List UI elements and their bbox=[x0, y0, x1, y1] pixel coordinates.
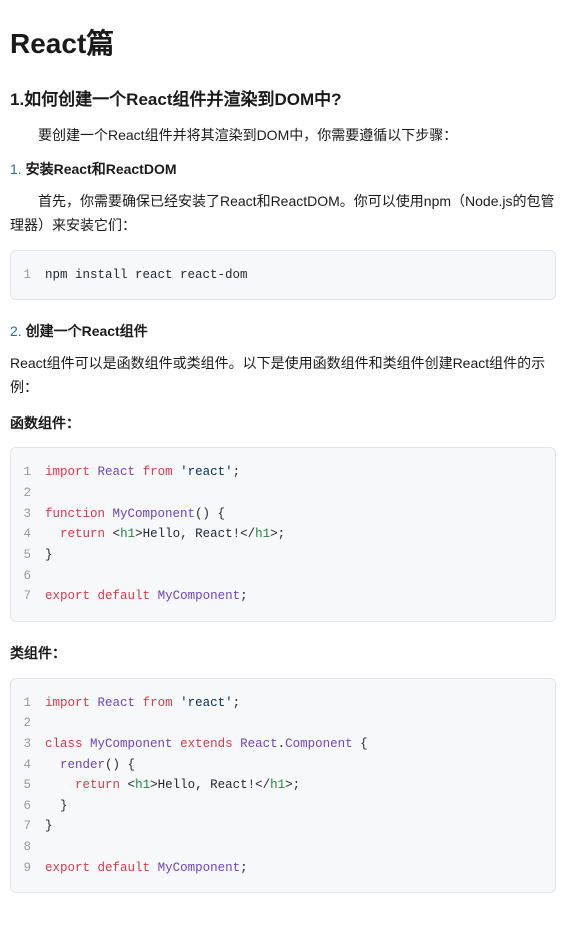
line-number: 7 bbox=[21, 816, 45, 837]
step-title: 安装React和ReactDOM bbox=[26, 161, 177, 177]
code-content bbox=[45, 566, 545, 587]
code-line: 6 } bbox=[21, 796, 545, 817]
code-content: return <h1>Hello, React!</h1>; bbox=[45, 524, 545, 545]
code-line: 5 return <h1>Hello, React!</h1>; bbox=[21, 775, 545, 796]
line-number: 8 bbox=[21, 837, 45, 858]
code-content bbox=[45, 483, 545, 504]
line-number: 2 bbox=[21, 713, 45, 734]
code-content: } bbox=[45, 545, 545, 566]
step-num: 2. bbox=[10, 323, 22, 339]
code-line: 3function MyComponent() { bbox=[21, 504, 545, 525]
code-line: 5} bbox=[21, 545, 545, 566]
line-number: 7 bbox=[21, 586, 45, 607]
step-1-desc: 首先，你需要确保已经安装了React和ReactDOM。你可以使用npm（Nod… bbox=[10, 190, 556, 238]
code-line: 2 bbox=[21, 483, 545, 504]
step-1-line: 1. 安装React和ReactDOM bbox=[10, 158, 556, 182]
code-content: npm install react react-dom bbox=[45, 265, 545, 286]
code-content: } bbox=[45, 796, 545, 817]
step-title: 创建一个React组件 bbox=[26, 323, 148, 339]
code-line: 2 bbox=[21, 713, 545, 734]
line-number: 1 bbox=[21, 265, 45, 286]
step-2-desc: React组件可以是函数组件或类组件。以下是使用函数组件和类组件创建React组… bbox=[10, 352, 556, 400]
code-line: 1import React from 'react'; bbox=[21, 693, 545, 714]
line-number: 1 bbox=[21, 693, 45, 714]
code-content bbox=[45, 837, 545, 858]
code-line: 1import React from 'react'; bbox=[21, 462, 545, 483]
line-number: 1 bbox=[21, 462, 45, 483]
line-number: 5 bbox=[21, 545, 45, 566]
line-number: 6 bbox=[21, 796, 45, 817]
class-component-label: 类组件： bbox=[10, 642, 556, 666]
question-heading: 1.如何创建一个React组件并渲染到DOM中? bbox=[10, 86, 556, 115]
line-number: 9 bbox=[21, 858, 45, 879]
code-content: export default MyComponent; bbox=[45, 586, 545, 607]
code-block-class[interactable]: 1import React from 'react';23class MyCom… bbox=[10, 678, 556, 894]
code-line: 3class MyComponent extends React.Compone… bbox=[21, 734, 545, 755]
line-number: 3 bbox=[21, 504, 45, 525]
line-number: 3 bbox=[21, 734, 45, 755]
code-line: 4 return <h1>Hello, React!</h1>; bbox=[21, 524, 545, 545]
func-component-label: 函数组件： bbox=[10, 412, 556, 436]
step-2-line: 2. 创建一个React组件 bbox=[10, 320, 556, 344]
code-block-npm[interactable]: 1npm install react react-dom bbox=[10, 250, 556, 301]
line-number: 4 bbox=[21, 524, 45, 545]
step-num: 1. bbox=[10, 161, 22, 177]
code-content: function MyComponent() { bbox=[45, 504, 545, 525]
code-content: return <h1>Hello, React!</h1>; bbox=[45, 775, 545, 796]
line-number: 4 bbox=[21, 755, 45, 776]
code-line: 6 bbox=[21, 566, 545, 587]
code-line: 7} bbox=[21, 816, 545, 837]
code-line: 8 bbox=[21, 837, 545, 858]
code-content bbox=[45, 713, 545, 734]
code-line: 9export default MyComponent; bbox=[21, 858, 545, 879]
code-line: 7export default MyComponent; bbox=[21, 586, 545, 607]
code-line: 4 render() { bbox=[21, 755, 545, 776]
line-number: 5 bbox=[21, 775, 45, 796]
code-block-func[interactable]: 1import React from 'react';23function My… bbox=[10, 447, 556, 621]
intro-text: 要创建一个React组件并将其渲染到DOM中，你需要遵循以下步骤： bbox=[10, 124, 556, 148]
code-content: class MyComponent extends React.Componen… bbox=[45, 734, 545, 755]
code-content: import React from 'react'; bbox=[45, 693, 545, 714]
code-content: } bbox=[45, 816, 545, 837]
code-content: import React from 'react'; bbox=[45, 462, 545, 483]
page-title: React篇 bbox=[10, 20, 556, 68]
line-number: 2 bbox=[21, 483, 45, 504]
line-number: 6 bbox=[21, 566, 45, 587]
code-content: export default MyComponent; bbox=[45, 858, 545, 879]
code-content: render() { bbox=[45, 755, 545, 776]
code-line: 1npm install react react-dom bbox=[21, 265, 545, 286]
